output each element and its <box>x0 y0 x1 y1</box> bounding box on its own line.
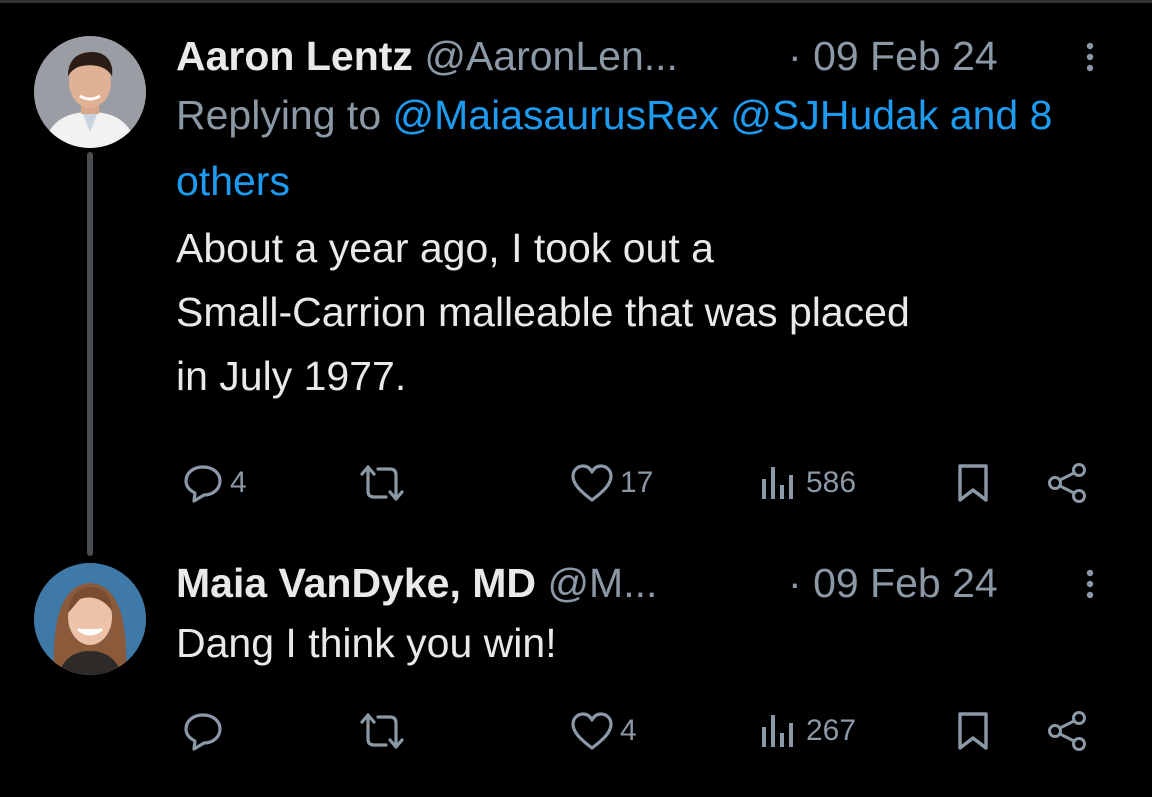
bookmark-icon <box>958 464 988 502</box>
reply-button[interactable]: 4 <box>182 458 247 508</box>
avatar-aaron[interactable] <box>34 36 146 148</box>
retweet-icon <box>360 713 404 749</box>
tweet-maia[interactable]: Maia VanDyke, MD @M... · 09 Feb 24 Dang … <box>176 557 1112 675</box>
retweet-button[interactable] <box>360 706 404 756</box>
author-name[interactable]: Aaron Lentz <box>176 33 413 79</box>
like-count: 17 <box>620 466 654 499</box>
reply-icon <box>184 465 222 503</box>
separator-dot: · <box>788 560 802 606</box>
bookmark-icon <box>958 712 988 750</box>
more-icon[interactable] <box>1084 569 1096 599</box>
retweet-icon <box>360 465 404 501</box>
view-count: 267 <box>806 714 857 747</box>
timestamp[interactable]: · 09 Feb 24 <box>788 557 998 609</box>
tweet-actions: 4 267 <box>176 706 1096 756</box>
tweet-header: Maia VanDyke, MD @M... · 09 Feb 24 <box>176 557 1112 609</box>
like-button[interactable]: 4 <box>570 706 637 756</box>
top-divider <box>0 0 1152 3</box>
author-handle[interactable]: @M... <box>547 560 657 606</box>
author-handle[interactable]: @AaronLen... <box>424 33 678 79</box>
mention-link[interactable]: @SJHudak <box>730 92 938 138</box>
replying-prefix: Replying to <box>176 92 382 138</box>
bookmark-button[interactable] <box>956 706 990 756</box>
author-name[interactable]: Maia VanDyke, MD <box>176 560 536 606</box>
timestamp[interactable]: · 09 Feb 24 <box>788 30 998 82</box>
heart-icon <box>571 464 613 502</box>
views-icon <box>762 715 793 747</box>
separator-dot: · <box>788 33 802 79</box>
reply-icon <box>184 713 222 751</box>
tweet-text: About a year ago, I took out a Small-Car… <box>176 216 1116 408</box>
share-button[interactable] <box>1046 706 1088 756</box>
bookmark-button[interactable] <box>956 458 990 508</box>
tweet-text-line: Small-Carrion malleable that was placed <box>176 289 910 335</box>
share-button[interactable] <box>1046 458 1088 508</box>
views-icon <box>762 467 793 499</box>
avatar-maia-image <box>34 563 146 675</box>
tweet-actions: 4 17 586 <box>176 458 1096 508</box>
avatar-aaron-image <box>34 36 146 148</box>
retweet-button[interactable] <box>360 458 404 508</box>
share-icon <box>1048 711 1086 751</box>
more-icon[interactable] <box>1084 42 1096 72</box>
share-icon <box>1048 463 1086 503</box>
views-button[interactable]: 267 <box>760 706 856 756</box>
tweet-text: Dang I think you win! <box>176 611 1116 675</box>
reply-button[interactable] <box>182 706 230 756</box>
tweet-text-line: in July 1977. <box>176 353 407 399</box>
date-text: 09 Feb 24 <box>813 33 998 79</box>
tweet-text-line: About a year ago, I took out a <box>176 225 714 271</box>
thread-connector-line <box>87 152 93 556</box>
mention-link[interactable]: @MaiasaurusRex <box>393 92 719 138</box>
tweet-text-line: Dang I think you win! <box>176 620 557 666</box>
avatar-maia[interactable] <box>34 563 146 675</box>
replying-to: Replying to @MaiasaurusRex @SJHudak and … <box>176 82 1111 214</box>
like-button[interactable]: 17 <box>570 458 653 508</box>
views-button[interactable]: 586 <box>760 458 856 508</box>
heart-icon <box>571 712 613 750</box>
tweet-header: Aaron Lentz @AaronLen... · 09 Feb 24 <box>176 30 1112 82</box>
reply-count: 4 <box>230 466 247 499</box>
tweet-aaron[interactable]: Aaron Lentz @AaronLen... · 09 Feb 24 Rep… <box>176 30 1112 408</box>
like-count: 4 <box>620 714 637 747</box>
view-count: 586 <box>806 466 857 499</box>
date-text: 09 Feb 24 <box>813 560 998 606</box>
